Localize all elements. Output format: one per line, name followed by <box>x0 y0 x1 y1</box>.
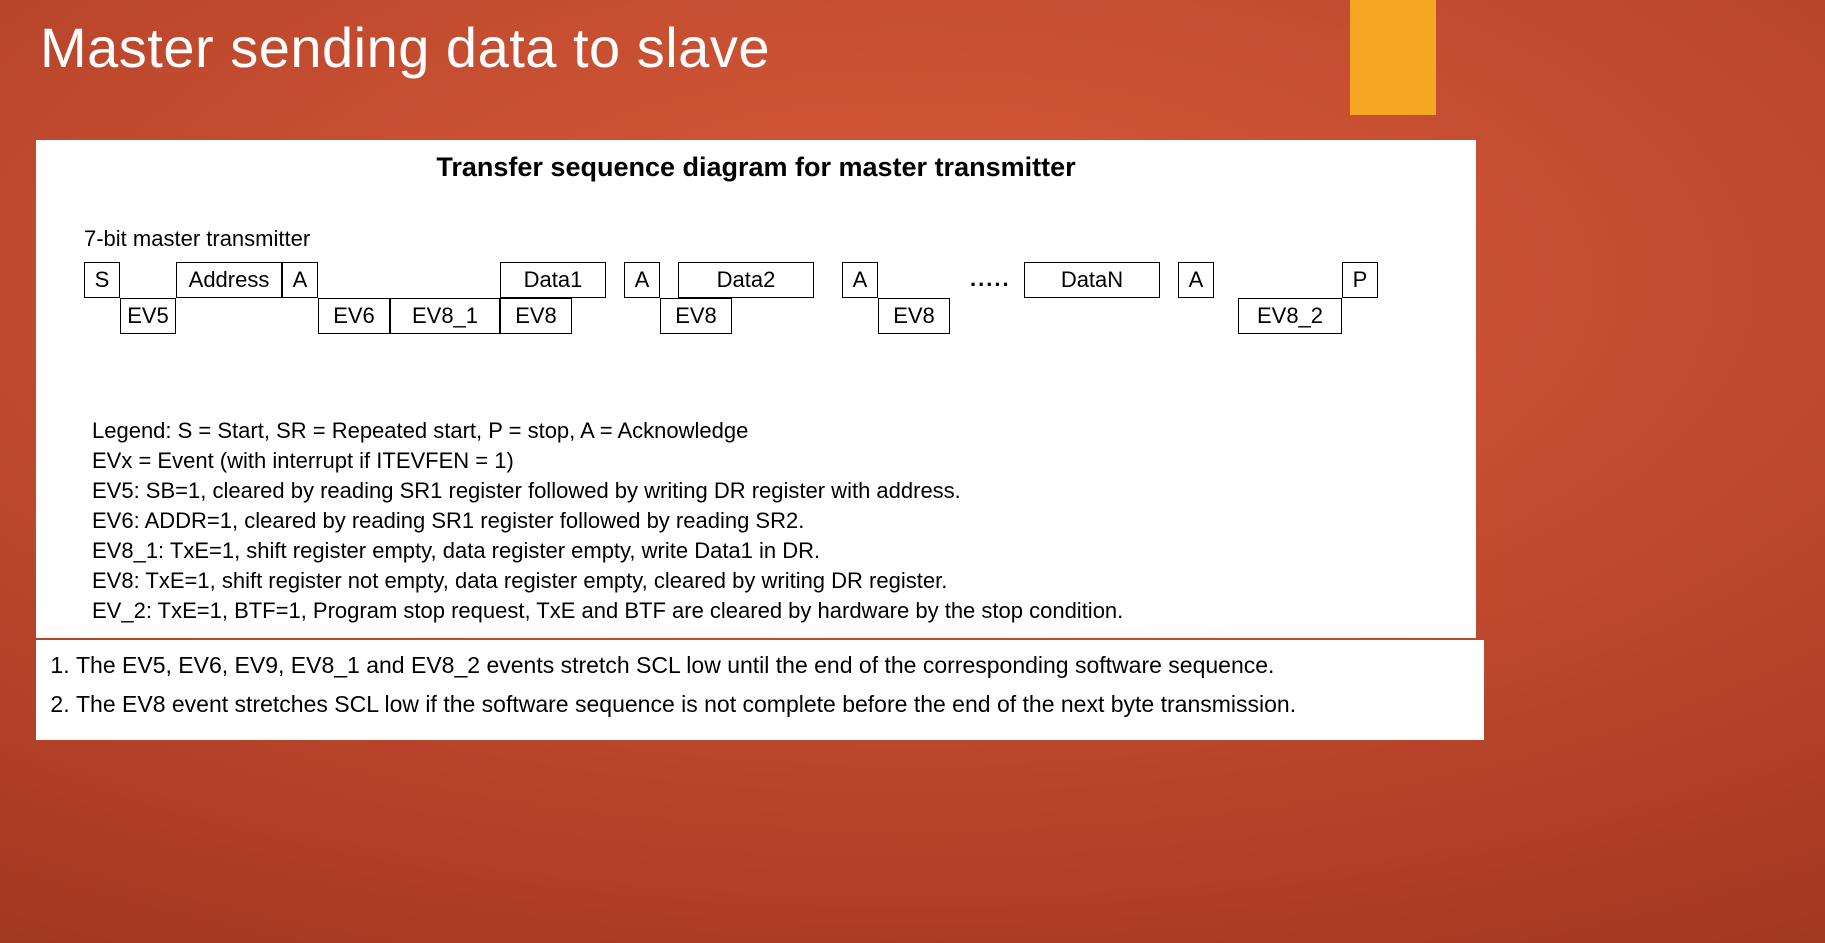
sequence-diagram: S Address A Data1 A Data2 A DataN A P EV… <box>84 262 1444 342</box>
seq-ev5: EV5 <box>120 298 176 334</box>
legend-line: Legend: S = Start, SR = Repeated start, … <box>92 416 1432 446</box>
seq-ev8-1: EV8_1 <box>390 298 500 334</box>
panel-subheading: 7-bit master transmitter <box>84 226 310 252</box>
notes-block: The EV5, EV6, EV9, EV8_1 and EV8_2 event… <box>36 640 1484 740</box>
seq-ev8a: EV8 <box>500 298 572 334</box>
seq-ack2: A <box>624 262 660 298</box>
seq-ackn: A <box>1178 262 1214 298</box>
seq-ev8c: EV8 <box>878 298 950 334</box>
legend-line: EV8_1: TxE=1, shift register empty, data… <box>92 536 1432 566</box>
seq-ev6: EV6 <box>318 298 390 334</box>
legend-line: EV5: SB=1, cleared by reading SR1 regist… <box>92 476 1432 506</box>
legend-line: EVx = Event (with interrupt if ITEVFEN =… <box>92 446 1432 476</box>
legend-line: EV8: TxE=1, shift register not empty, da… <box>92 566 1432 596</box>
note-item: The EV8 event stretches SCL low if the s… <box>76 685 1474 724</box>
seq-datan: DataN <box>1024 262 1160 298</box>
slide-title: Master sending data to slave <box>40 0 1785 95</box>
seq-data2: Data2 <box>678 262 814 298</box>
seq-ellipsis: ..... <box>970 266 1011 292</box>
seq-ev8-2: EV8_2 <box>1238 298 1342 334</box>
legend-line: EV6: ADDR=1, cleared by reading SR1 regi… <box>92 506 1432 536</box>
legend-block: Legend: S = Start, SR = Repeated start, … <box>92 416 1432 626</box>
seq-stop: P <box>1342 262 1378 298</box>
legend-line: EV_2: TxE=1, BTF=1, Program stop request… <box>92 596 1432 626</box>
seq-ev8b: EV8 <box>660 298 732 334</box>
seq-ack3: A <box>842 262 878 298</box>
panel-heading: Transfer sequence diagram for master tra… <box>36 152 1476 183</box>
diagram-panel: Transfer sequence diagram for master tra… <box>36 140 1476 638</box>
seq-start: S <box>84 262 120 298</box>
seq-data1: Data1 <box>500 262 606 298</box>
note-item: The EV5, EV6, EV9, EV8_1 and EV8_2 event… <box>76 646 1474 685</box>
seq-address: Address <box>176 262 282 298</box>
seq-ack1: A <box>282 262 318 298</box>
